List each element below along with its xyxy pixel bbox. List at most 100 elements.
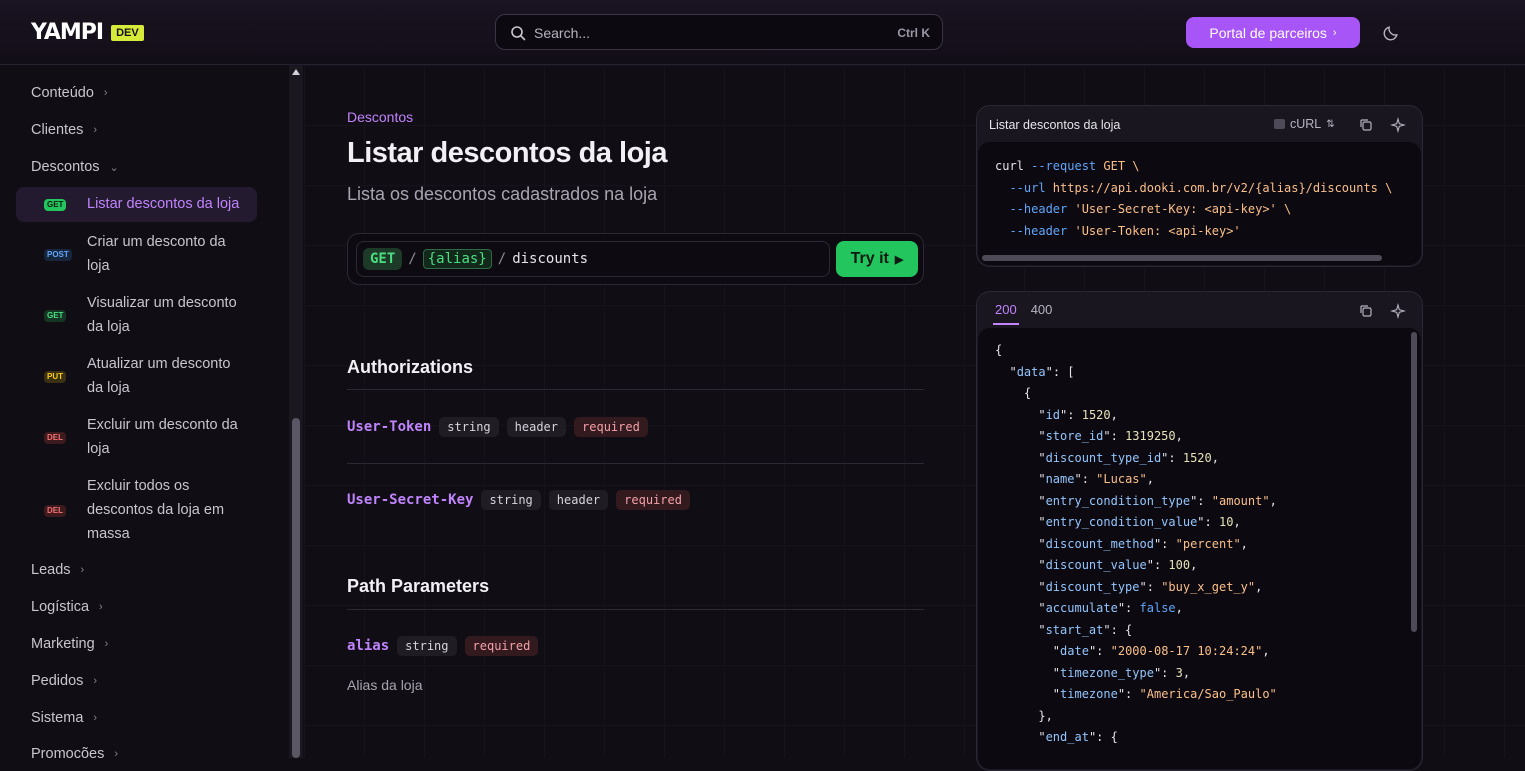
sidebar-group-clientes[interactable]: Clientes › [31,122,97,138]
code-line: curl --request GET \ [995,156,1392,178]
logo[interactable]: YAMPI DEV [31,22,144,44]
sidebar-group-leads[interactable]: Leads › [31,562,84,578]
code-block: { "data": [ { "id": 1520, "store_id": 13… [978,328,1421,769]
scroll-up-arrow-icon[interactable] [292,69,300,75]
code-token: --request [1031,159,1097,173]
sidebar-group-label: Logística [31,599,90,615]
sidebar-scrollbar-thumb[interactable] [292,418,300,758]
copy-icon[interactable] [1358,303,1374,319]
panel-title: Listar descontos da loja [989,118,1121,132]
param-location: header [548,490,609,510]
sidebar-item-label: Excluir um desconto da loja [87,417,238,457]
sparkle-icon[interactable] [1390,117,1406,133]
sidebar-item-label: Visualizar um desconto da loja [87,295,237,335]
try-it-label: Try it [850,250,889,267]
sidebar-item-visualizar-desconto[interactable]: GET Visualizar um desconto da loja [16,291,257,341]
code-line: { [995,343,1003,357]
sidebar-item-listar-descontos[interactable]: GET Listar descontos da loja [16,187,257,222]
sidebar-group-label: Descontos [31,159,100,175]
endpoint-slash: / [408,251,417,267]
code-block: curl --request GET \ --url https://api.d… [978,142,1421,265]
method-badge: GET [44,310,67,322]
chevron-right-icon: › [99,601,103,613]
sidebar-item-label: Listar descontos da loja [87,196,240,212]
chevron-right-icon: › [1332,26,1337,39]
search-shortcut: Ctrl K [897,26,930,40]
code-line: { [995,386,1032,400]
sidebar-group-label: Promoções [31,746,105,758]
code-line: "name": "Lucas", [995,472,1154,486]
sidebar-group-sistema[interactable]: Sistema › [31,710,97,726]
sidebar-group-promocoes[interactable]: Promoções › [31,746,118,758]
endpoint-url[interactable]: GET / {alias} / discounts [356,241,830,277]
page-subtitle: Lista os descontos cadastrados na loja [347,184,658,204]
partner-portal-button[interactable]: Portal de parceiros › [1186,17,1360,48]
divider [347,389,924,390]
code-line: }, [995,708,1053,723]
code-line: "discount_value": 100, [995,558,1198,572]
breadcrumb[interactable]: Descontos [347,109,413,125]
sidebar-item-excluir-desconto[interactable]: DEL Excluir um desconto da loja [16,413,257,463]
sidebar-group-marketing[interactable]: Marketing › [31,636,108,652]
moon-icon[interactable] [1383,24,1400,41]
sidebar-group-descontos[interactable]: Descontos ⌄ [31,159,119,175]
sidebar-group-conteudo[interactable]: Conteúdo › [31,85,108,101]
response-example-panel: 200 400 { "data": [ { "id": 1520, "store… [976,291,1423,771]
sidebar-item-atualizar-desconto[interactable]: PUT Atualizar um desconto da loja [16,352,257,402]
code-token: --header [1009,202,1068,216]
divider [347,609,924,610]
code-token: 'User-Token: <api-key>' [1067,223,1241,238]
chevron-updown-icon: ⇅ [1326,118,1335,130]
sidebar-item-criar-desconto[interactable]: POST Criar um desconto da loja [16,230,257,280]
code-line: "discount_type_id": 1520, [995,450,1219,465]
auth-param-user-secret-key: User-Secret-Key string header required [347,490,690,510]
authorizations-heading: Authorizations [347,357,473,377]
code-line: "data": [ [995,364,1075,379]
tab-200[interactable]: 200 [993,302,1019,325]
try-it-button[interactable]: Try it ▶ [836,241,918,277]
param-type: string [439,417,499,437]
chevron-right-icon: › [93,124,98,136]
endpoint-bar: GET / {alias} / discounts Try it ▶ [347,233,924,285]
chevron-down-icon: ⌄ [109,161,119,174]
auth-param-user-token: User-Token string header required [347,417,648,437]
sidebar-group-label: Leads [31,562,71,578]
chevron-right-icon: › [103,87,108,99]
language-select[interactable]: cURL ⇅ [1274,117,1335,131]
sidebar-group-label: Pedidos [31,673,84,689]
endpoint-slash: / [497,251,507,267]
method-badge: DEL [44,505,66,517]
code-line: "discount_type": "buy_x_get_y", [995,579,1263,594]
panel-header: Listar descontos da loja cURL ⇅ [977,106,1422,142]
endpoint-path-param: {alias} [422,249,492,269]
code-line: "entry_condition_value": 10, [995,515,1241,529]
sidebar-group-label: Sistema [31,710,84,726]
sidebar-group-pedidos[interactable]: Pedidos › [31,673,97,689]
search-icon [511,26,526,41]
response-code: { "data": [ { "id": 1520, "store_id": 13… [995,340,1277,749]
logo-wordmark: YAMPI [31,20,104,45]
sidebar-group-label: Conteúdo [31,85,94,101]
endpoint-path: discounts [512,251,589,267]
param-required: required [464,636,539,656]
tab-400[interactable]: 400 [1031,302,1053,325]
request-example-panel: Listar descontos da loja cURL ⇅ curl --r… [976,105,1423,267]
env-badge: DEV [111,25,144,41]
sidebar-group-logistica[interactable]: Logística › [31,599,103,615]
search-input[interactable]: Search... Ctrl K [495,14,943,50]
code-vertical-scrollbar[interactable] [1411,332,1417,632]
partner-portal-label: Portal de parceiros [1209,24,1327,41]
sidebar: Conteúdo › Clientes › Descontos ⌄ GET Li… [0,65,288,758]
sidebar-item-label: Atualizar um desconto da loja [87,356,231,396]
language-label: cURL [1290,117,1322,131]
sidebar-item-excluir-todos[interactable]: DEL Excluir todos os descontos da loja e… [16,474,257,548]
sparkle-icon[interactable] [1390,303,1406,319]
code-horizontal-scrollbar[interactable] [982,255,1382,261]
code-line: "store_id": 1319250, [995,429,1183,443]
param-name: alias [347,638,390,654]
method-badge: DEL [44,432,66,444]
copy-icon[interactable] [1358,117,1374,133]
code-line: --header 'User-Secret-Key: <api-key>' \ [995,199,1392,221]
